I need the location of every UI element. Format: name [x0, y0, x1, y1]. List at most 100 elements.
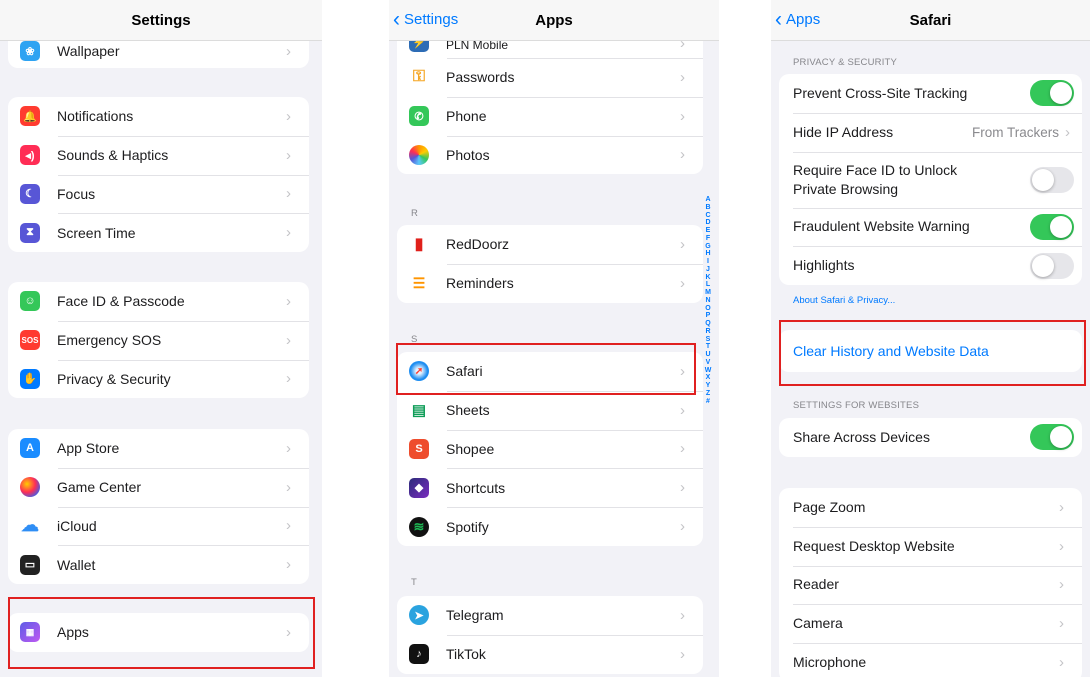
app-item-passwords[interactable]: ⚿ Passwords ›: [397, 58, 703, 97]
settings-item-notifications[interactable]: 🔔 Notifications ›: [8, 97, 309, 136]
share-devices-group: Share Across Devices: [779, 418, 1082, 457]
reader-row[interactable]: Reader ›: [779, 565, 1082, 605]
chevron-right-icon: ›: [286, 185, 291, 203]
chevron-right-icon: ›: [680, 107, 685, 125]
app-item-reddoorz[interactable]: ▮ RedDoorz ›: [397, 225, 703, 264]
highlight-clear-history: [779, 320, 1086, 386]
alphabet-index-scrubber[interactable]: A B C D E F G H I J K L M N O P Q R S T …: [704, 196, 712, 405]
settings-item-emergency-sos[interactable]: SOS Emergency SOS ›: [8, 320, 309, 360]
settings-title: Settings: [131, 12, 191, 29]
wallet-icon: ▭: [20, 554, 40, 575]
game-center-icon: [20, 477, 40, 498]
highlights-row: Highlights: [779, 246, 1082, 285]
chevron-right-icon: ›: [680, 518, 685, 536]
prevent-tracking-toggle[interactable]: [1030, 80, 1074, 107]
shopee-bag-icon: S: [409, 438, 429, 459]
settings-group-security: ☺ Face ID & Passcode › SOS Emergency SOS…: [8, 282, 309, 399]
chevron-right-icon: ›: [1059, 615, 1064, 633]
chevron-right-icon: ›: [1059, 537, 1064, 555]
chevron-right-icon: ›: [286, 517, 291, 535]
tiktok-icon: ♪: [409, 644, 429, 665]
spotify-icon: ≋: [409, 516, 429, 537]
chevron-right-icon: ›: [680, 479, 685, 497]
camera-row[interactable]: Camera ›: [779, 604, 1082, 643]
face-id-private-toggle[interactable]: [1030, 166, 1074, 193]
chevron-right-icon: ›: [286, 331, 291, 349]
page-zoom-row[interactable]: Page Zoom ›: [779, 488, 1082, 527]
face-id-icon: ☺: [20, 291, 40, 312]
privacy-group: Prevent Cross-Site Tracking Hide IP Addr…: [779, 74, 1082, 286]
chevron-right-icon: ›: [286, 146, 291, 164]
apps-group-r: ▮ RedDoorz › ☰ Reminders ›: [397, 225, 703, 303]
wallpaper-icon: ❀: [20, 41, 40, 62]
settings-item-screen-time[interactable]: ⧗ Screen Time ›: [8, 213, 309, 252]
settings-item-app-store[interactable]: A App Store ›: [8, 429, 309, 468]
chevron-right-icon: ›: [680, 146, 685, 164]
about-safari-privacy-link[interactable]: About Safari & Privacy...: [793, 295, 895, 306]
telegram-icon: ➤: [409, 605, 429, 626]
key-icon: ⚿: [409, 67, 429, 88]
chevron-right-icon: ›: [1065, 123, 1070, 141]
app-item-phone[interactable]: ✆ Phone ›: [397, 96, 703, 136]
section-header-t: T: [411, 577, 418, 588]
share-devices-toggle[interactable]: [1030, 424, 1074, 451]
reminders-list-icon: ☰: [409, 273, 429, 294]
microphone-row[interactable]: Microphone ›: [779, 643, 1082, 677]
app-item-sheets[interactable]: ▤ Sheets ›: [397, 390, 703, 430]
settings-screen: Settings ❀ Wallpaper › 🔔 Notifications ›…: [0, 0, 322, 677]
reddoorz-icon: ▮: [409, 234, 429, 255]
settings-item-icloud[interactable]: ☁ iCloud ›: [8, 506, 309, 546]
apps-screen: ‹ Settings Apps ⚡ PLN Mobile › ⚿ Passwor…: [389, 0, 719, 677]
app-store-icon: A: [20, 438, 40, 459]
fraud-warning-row: Fraudulent Website Warning: [779, 207, 1082, 247]
chevron-right-icon: ›: [680, 606, 685, 624]
settings-item-privacy[interactable]: ✋ Privacy & Security ›: [8, 359, 309, 399]
chevron-right-icon: ›: [680, 68, 685, 86]
settings-item-focus[interactable]: ☾ Focus ›: [8, 174, 309, 214]
share-devices-row: Share Across Devices: [779, 418, 1082, 457]
safari-nav-bar: ‹ Apps Safari: [771, 0, 1090, 41]
chevron-right-icon: ›: [680, 235, 685, 253]
settings-item-game-center[interactable]: Game Center ›: [8, 467, 309, 507]
highlight-apps-item: [8, 597, 315, 669]
request-desktop-row[interactable]: Request Desktop Website ›: [779, 526, 1082, 566]
prevent-tracking-row: Prevent Cross-Site Tracking: [779, 74, 1082, 113]
settings-nav-bar: Settings: [0, 0, 322, 41]
face-id-private-row: Require Face ID to Unlock Private Browsi…: [779, 151, 1082, 208]
apps-title: Apps: [535, 12, 573, 29]
sos-icon: SOS: [20, 330, 40, 351]
section-header-r: R: [411, 208, 419, 219]
fraud-warning-toggle[interactable]: [1030, 213, 1074, 240]
app-item-tiktok[interactable]: ♪ TikTok ›: [397, 634, 703, 674]
bell-icon: 🔔: [20, 106, 40, 127]
speaker-icon: ◂): [20, 145, 40, 166]
moon-icon: ☾: [20, 183, 40, 204]
sheets-icon: ▤: [409, 400, 429, 421]
highlights-toggle[interactable]: [1030, 252, 1074, 279]
settings-item-sounds[interactable]: ◂) Sounds & Haptics ›: [8, 135, 309, 175]
apps-nav-bar: ‹ Settings Apps: [389, 0, 719, 41]
app-item-shortcuts[interactable]: ◆ Shortcuts ›: [397, 468, 703, 507]
chevron-right-icon: ›: [286, 224, 291, 242]
apps-group-t: ➤ Telegram › ♪ TikTok ›: [397, 596, 703, 674]
phone-icon: ✆: [409, 106, 429, 127]
safari-title: Safari: [909, 12, 952, 29]
app-item-photos[interactable]: Photos ›: [397, 135, 703, 175]
hide-ip-row[interactable]: Hide IP Address From Trackers ›: [779, 112, 1082, 152]
app-item-reminders[interactable]: ☰ Reminders ›: [397, 263, 703, 303]
settings-group-notifications: 🔔 Notifications › ◂) Sounds & Haptics › …: [8, 97, 309, 253]
app-item-shopee[interactable]: S Shopee ›: [397, 429, 703, 469]
app-item-spotify[interactable]: ≋ Spotify ›: [397, 507, 703, 546]
website-settings-group: Page Zoom › Request Desktop Website › Re…: [779, 488, 1082, 677]
apps-group-p: ⚡ PLN Mobile › ⚿ Passwords › ✆ Phone › P…: [397, 20, 703, 175]
settings-group-services: A App Store › Game Center › ☁ iCloud › ▭…: [8, 429, 309, 585]
chevron-right-icon: ›: [680, 274, 685, 292]
cloud-icon: ☁: [21, 515, 39, 536]
chevron-right-icon: ›: [680, 401, 685, 419]
hide-ip-value: From Trackers: [971, 124, 1059, 140]
app-item-telegram[interactable]: ➤ Telegram ›: [397, 596, 703, 635]
settings-item-wallet[interactable]: ▭ Wallet ›: [8, 545, 309, 584]
chevron-right-icon: ›: [286, 370, 291, 388]
chevron-right-icon: ›: [286, 107, 291, 125]
settings-item-face-id[interactable]: ☺ Face ID & Passcode ›: [8, 282, 309, 321]
